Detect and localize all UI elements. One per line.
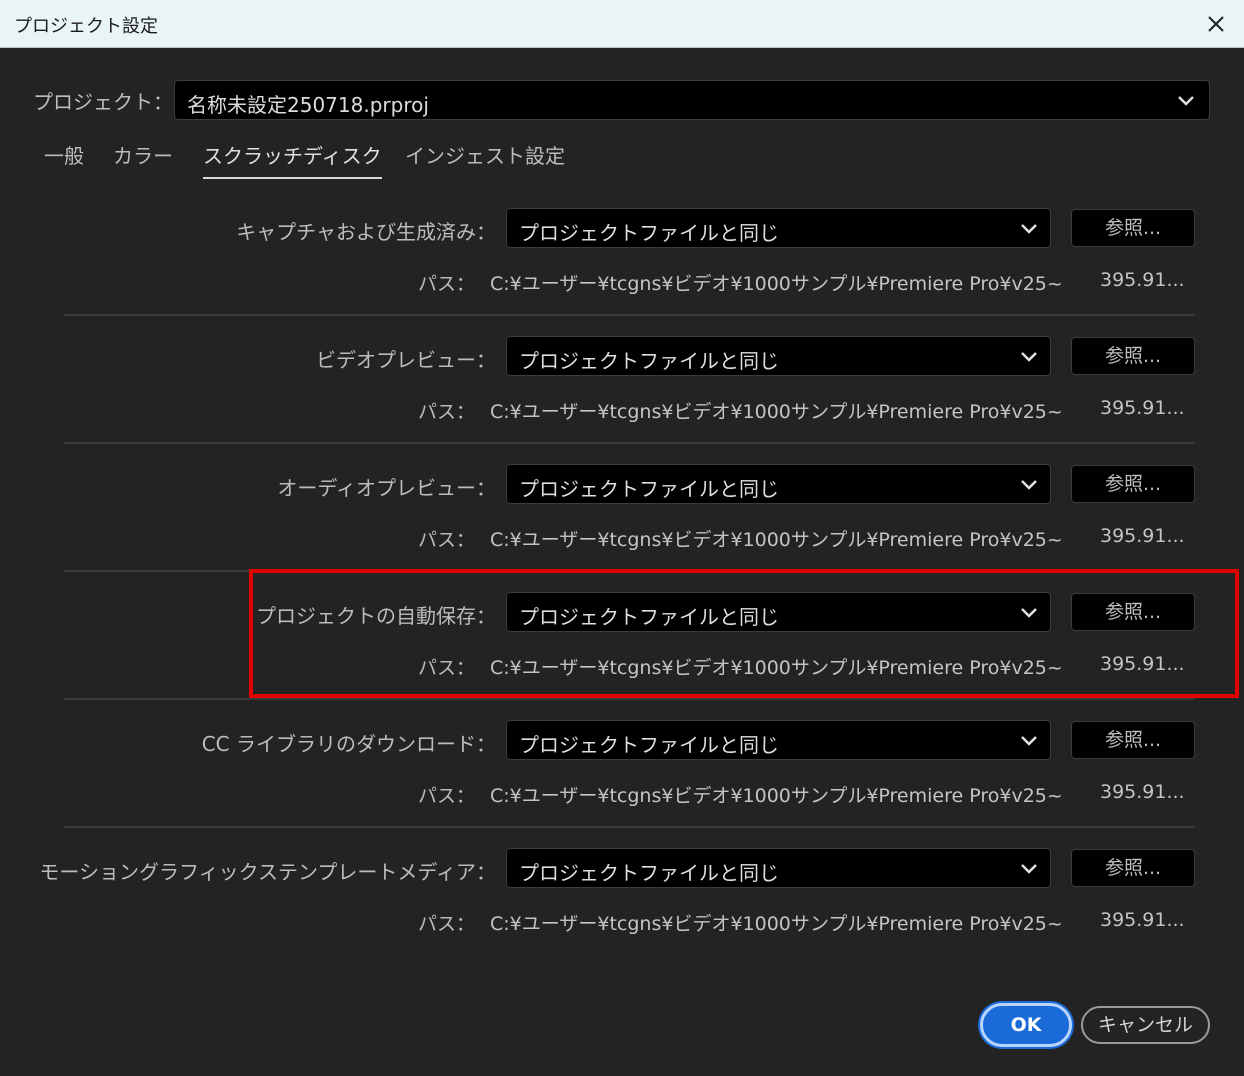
path-label: パス： bbox=[418, 529, 476, 551]
window-title: プロジェクト設定 bbox=[14, 16, 158, 37]
chevron-down-icon bbox=[1021, 864, 1037, 874]
tab-scratch-disks[interactable]: スクラッチディスク bbox=[203, 140, 382, 179]
row-label-video-preview: ビデオプレビュー： bbox=[316, 348, 496, 372]
divider bbox=[64, 442, 1195, 444]
browse-button-video-preview[interactable]: 参照... bbox=[1071, 337, 1195, 375]
path-label: パス： bbox=[418, 785, 476, 807]
tab-color[interactable]: カラー bbox=[113, 140, 173, 177]
chevron-down-icon bbox=[1021, 480, 1037, 490]
dropdown-cc-libraries[interactable]: プロジェクトファイルと同じ bbox=[506, 720, 1051, 760]
browse-button-cc-libraries[interactable]: 参照... bbox=[1071, 721, 1195, 759]
divider bbox=[64, 698, 1195, 700]
dropdown-value: プロジェクトファイルと同じ bbox=[519, 861, 779, 885]
path-value: C:¥ユーザー¥tcgns¥ビデオ¥1000サンプル¥Premiere Pro¥… bbox=[490, 913, 1063, 935]
dropdown-audio-preview[interactable]: プロジェクトファイルと同じ bbox=[506, 464, 1051, 504]
tab-general[interactable]: 一般 bbox=[44, 140, 84, 177]
close-icon[interactable] bbox=[1198, 6, 1234, 42]
path-label: パス： bbox=[418, 273, 476, 295]
divider bbox=[64, 826, 1195, 828]
row-label-capture: キャプチャおよび生成済み： bbox=[236, 220, 496, 244]
ok-button[interactable]: OK bbox=[980, 1003, 1072, 1047]
divider bbox=[64, 314, 1195, 316]
disk-space: 395.91... bbox=[1100, 909, 1185, 931]
path-label: パス： bbox=[418, 401, 476, 423]
path-value: C:¥ユーザー¥tcgns¥ビデオ¥1000サンプル¥Premiere Pro¥… bbox=[490, 529, 1063, 551]
chevron-down-icon bbox=[1021, 736, 1037, 746]
disk-space: 395.91... bbox=[1100, 397, 1185, 419]
cancel-button[interactable]: キャンセル bbox=[1081, 1006, 1210, 1044]
dropdown-value: プロジェクトファイルと同じ bbox=[519, 221, 779, 245]
row-label-audio-preview: オーディオプレビュー： bbox=[277, 476, 496, 500]
browse-button-audio-preview[interactable]: 参照... bbox=[1071, 465, 1195, 503]
tab-ingest-settings[interactable]: インジェスト設定 bbox=[405, 140, 565, 177]
highlight-box bbox=[249, 569, 1239, 698]
path-value: C:¥ユーザー¥tcgns¥ビデオ¥1000サンプル¥Premiere Pro¥… bbox=[490, 785, 1063, 807]
browse-button-motion-graphics[interactable]: 参照... bbox=[1071, 849, 1195, 887]
chevron-down-icon bbox=[1178, 96, 1194, 106]
path-label: パス： bbox=[418, 913, 476, 935]
dropdown-value: プロジェクトファイルと同じ bbox=[519, 349, 779, 373]
path-value: C:¥ユーザー¥tcgns¥ビデオ¥1000サンプル¥Premiere Pro¥… bbox=[490, 273, 1063, 295]
disk-space: 395.91... bbox=[1100, 525, 1185, 547]
project-select-value: 名称未設定250718.prproj bbox=[187, 93, 429, 117]
disk-space: 395.91... bbox=[1100, 781, 1185, 803]
path-value: C:¥ユーザー¥tcgns¥ビデオ¥1000サンプル¥Premiere Pro¥… bbox=[490, 401, 1063, 423]
dropdown-video-preview[interactable]: プロジェクトファイルと同じ bbox=[506, 336, 1051, 376]
dropdown-motion-graphics[interactable]: プロジェクトファイルと同じ bbox=[506, 848, 1051, 888]
row-label-cc-libraries: CC ライブラリのダウンロード： bbox=[201, 732, 496, 756]
row-label-motion-graphics: モーショングラフィックステンプレートメディア： bbox=[39, 860, 496, 884]
chevron-down-icon bbox=[1021, 224, 1037, 234]
project-select[interactable]: 名称未設定250718.prproj bbox=[174, 80, 1210, 120]
dropdown-capture[interactable]: プロジェクトファイルと同じ bbox=[506, 208, 1051, 248]
title-bar: プロジェクト設定 bbox=[0, 0, 1244, 48]
project-label: プロジェクト： bbox=[33, 90, 173, 114]
dropdown-value: プロジェクトファイルと同じ bbox=[519, 733, 779, 757]
browse-button-capture[interactable]: 参照... bbox=[1071, 209, 1195, 247]
dropdown-value: プロジェクトファイルと同じ bbox=[519, 477, 779, 501]
chevron-down-icon bbox=[1021, 352, 1037, 362]
disk-space: 395.91... bbox=[1100, 269, 1185, 291]
